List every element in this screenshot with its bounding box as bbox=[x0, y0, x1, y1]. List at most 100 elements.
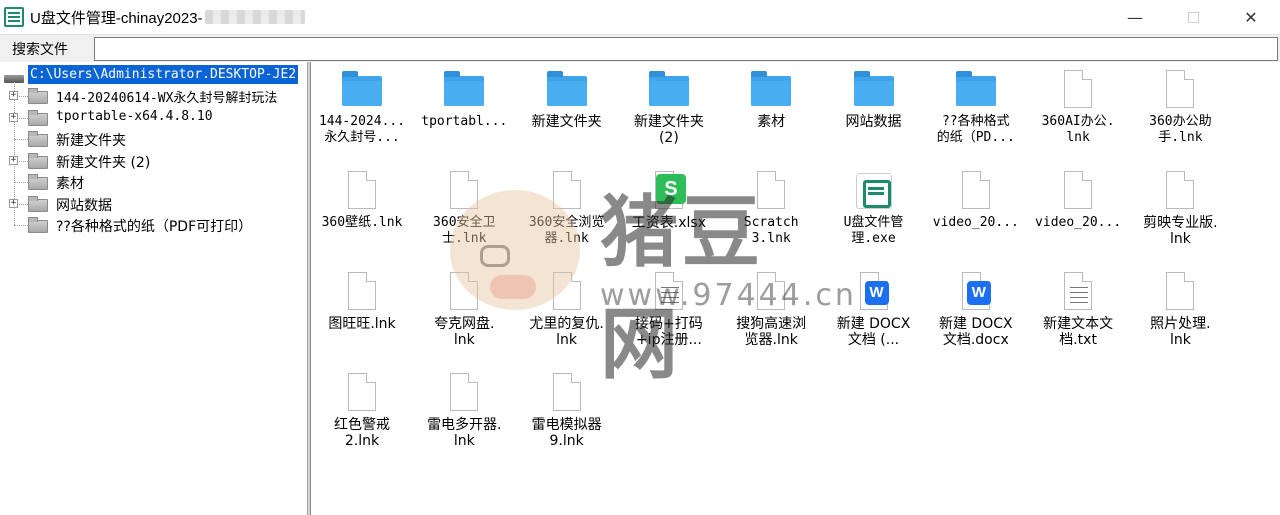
file-grid[interactable]: 144-2024... 永久封号... tportabl... 新建文件夹 新建文件夹… bbox=[312, 62, 1280, 515]
file-name-label: 新建 DOCX 文档.docx bbox=[938, 316, 1013, 348]
file-icon-shape bbox=[757, 171, 786, 209]
file-item[interactable]: Scratch 3.lnk bbox=[721, 171, 821, 261]
file-item[interactable]: W 新建 DOCX 文档.docx bbox=[926, 272, 1026, 362]
folder-icon bbox=[28, 131, 48, 147]
file-icon-shape bbox=[961, 171, 990, 209]
file-item[interactable]: video_20... bbox=[1028, 171, 1128, 261]
file-icon-shape bbox=[450, 272, 479, 310]
folder-icon bbox=[751, 70, 792, 110]
minimize-button[interactable]: — bbox=[1106, 0, 1164, 34]
file-item[interactable]: 360办公助 手.lnk bbox=[1130, 70, 1230, 160]
file-item[interactable]: 360AI办公. lnk bbox=[1028, 70, 1128, 160]
file-icon-shape bbox=[1064, 171, 1093, 209]
file-item[interactable]: 360安全浏览 器.lnk bbox=[517, 171, 617, 261]
search-input[interactable] bbox=[94, 37, 1278, 61]
file-item[interactable]: 新建文件夹 bbox=[517, 70, 617, 160]
shortcut-file-icon bbox=[1160, 272, 1200, 312]
file-item[interactable]: 雷电多开器. lnk bbox=[414, 373, 514, 463]
tree-item-label: tportable-x64.4.8.10 bbox=[56, 108, 213, 124]
word-file-icon: W bbox=[854, 272, 894, 312]
document-badge-icon: W bbox=[966, 281, 991, 305]
file-item[interactable]: 新建文件夹 (2) bbox=[619, 70, 719, 160]
file-item[interactable]: ??各种格式 的纸（PD... bbox=[926, 70, 1026, 160]
tree-root[interactable]: C:\Users\Administrator.DESKTOP-JE2 bbox=[0, 64, 307, 85]
file-item[interactable]: 素材 bbox=[721, 70, 821, 160]
file-item[interactable]: 360安全卫 士.lnk bbox=[414, 171, 514, 261]
shortcut-file-icon bbox=[342, 373, 382, 413]
file-item[interactable]: 红色警戒 2.lnk bbox=[312, 373, 412, 463]
folder-icon bbox=[28, 174, 48, 190]
maximize-button[interactable] bbox=[1164, 0, 1222, 34]
tree-item[interactable]: +144-20240614-WX永久封号解封玩法 bbox=[0, 86, 307, 107]
tree-item-label: 新建文件夹 (2) bbox=[56, 154, 151, 171]
tree-item[interactable]: 素材 bbox=[0, 172, 307, 193]
file-icon-shape bbox=[450, 373, 479, 411]
shortcut-file-icon bbox=[444, 373, 484, 413]
window-controls: — ✕ bbox=[1106, 0, 1280, 34]
tree-item[interactable]: 新建文件夹 bbox=[0, 129, 307, 150]
file-name-label: 网站数据 bbox=[845, 114, 902, 130]
expand-icon[interactable]: + bbox=[9, 198, 18, 208]
file-item[interactable]: 接码+打码 +ip注册... bbox=[619, 272, 719, 362]
shortcut-file-icon bbox=[956, 171, 996, 211]
file-item[interactable]: 雷电模拟器 9.lnk bbox=[517, 373, 617, 463]
file-name-label: 素材 bbox=[757, 114, 786, 130]
pane-splitter[interactable] bbox=[308, 62, 311, 515]
shortcut-file-icon bbox=[547, 171, 587, 211]
text-lines-icon bbox=[1070, 285, 1089, 303]
app-icon bbox=[4, 7, 24, 27]
tree-item[interactable]: + tportable-x64.4.8.10 bbox=[0, 108, 307, 129]
file-name-label: 360壁纸.lnk bbox=[321, 215, 403, 230]
file-item[interactable]: S 工资表.xlsx bbox=[619, 171, 719, 261]
shortcut-file-icon bbox=[342, 272, 382, 312]
file-name-label: 搜狗高速浏 览器.lnk bbox=[736, 316, 807, 348]
close-icon: ✕ bbox=[1244, 7, 1258, 27]
file-item[interactable]: 网站数据 bbox=[824, 70, 924, 160]
tree-item-label: 素材 bbox=[56, 176, 84, 192]
file-item[interactable]: 照片处理. lnk bbox=[1130, 272, 1230, 362]
tree-item[interactable]: ??各种格式的纸（PDF可打印） bbox=[0, 215, 307, 236]
file-item[interactable]: video_20... bbox=[926, 171, 1026, 261]
file-name-label: video_20... bbox=[932, 215, 1019, 230]
tree-item[interactable]: + 网站数据 bbox=[0, 194, 307, 215]
file-item[interactable]: 360壁纸.lnk bbox=[312, 171, 412, 261]
shortcut-file-icon bbox=[1160, 171, 1200, 211]
file-item[interactable]: U盘文件管 理.exe bbox=[824, 171, 924, 261]
file-icon-shape bbox=[1064, 272, 1093, 310]
folder-tree[interactable]: C:\Users\Administrator.DESKTOP-JE2 +144-… bbox=[0, 62, 308, 515]
file-item[interactable]: tportabl... bbox=[414, 70, 514, 160]
file-item[interactable]: 144-2024... 永久封号... bbox=[312, 70, 412, 160]
file-name-label: 360安全卫 士.lnk bbox=[433, 215, 496, 246]
file-item[interactable]: 夸克网盘. lnk bbox=[414, 272, 514, 362]
file-icon-shape bbox=[348, 272, 376, 310]
file-icon-shape bbox=[552, 272, 581, 310]
shortcut-file-icon bbox=[444, 272, 484, 312]
shortcut-file-icon bbox=[547, 272, 587, 312]
spreadsheet-file-icon: S bbox=[649, 171, 689, 211]
search-files-button[interactable]: 搜索文件 bbox=[2, 37, 78, 60]
file-icon-shape: S bbox=[654, 171, 686, 209]
file-item[interactable]: 图旺旺.lnk bbox=[312, 272, 412, 362]
expand-icon[interactable]: + bbox=[9, 155, 18, 165]
close-button[interactable]: ✕ bbox=[1222, 0, 1280, 34]
file-name-label: 360安全浏览 器.lnk bbox=[528, 215, 605, 246]
file-icon-shape bbox=[348, 171, 376, 209]
text-file-icon bbox=[1058, 272, 1098, 312]
file-item[interactable]: W 新建 DOCX 文档 (... bbox=[824, 272, 924, 362]
folder-icon bbox=[444, 70, 485, 110]
toolbar: 搜索文件 bbox=[0, 34, 1280, 62]
file-item[interactable]: 搜狗高速浏 览器.lnk bbox=[721, 272, 821, 362]
folder-icon bbox=[546, 70, 587, 110]
file-item[interactable]: 剪映专业版. lnk bbox=[1130, 171, 1230, 261]
file-name-label: 新建 DOCX 文档 (... bbox=[836, 316, 911, 348]
folder-icon bbox=[853, 70, 894, 110]
tree-item[interactable]: + 新建文件夹 (2) bbox=[0, 151, 307, 172]
file-icon-shape bbox=[1166, 272, 1195, 310]
file-icon-shape bbox=[348, 373, 376, 411]
expand-icon[interactable]: + bbox=[9, 112, 18, 122]
file-item[interactable]: 新建文本文 档.txt bbox=[1028, 272, 1128, 362]
tree-connector-line bbox=[14, 225, 28, 226]
expand-icon[interactable]: + bbox=[9, 91, 18, 100]
file-item[interactable]: 尤里的复仇. lnk bbox=[517, 272, 617, 362]
tree-item-label: ??各种格式的纸（PDF可打印） bbox=[56, 219, 253, 235]
